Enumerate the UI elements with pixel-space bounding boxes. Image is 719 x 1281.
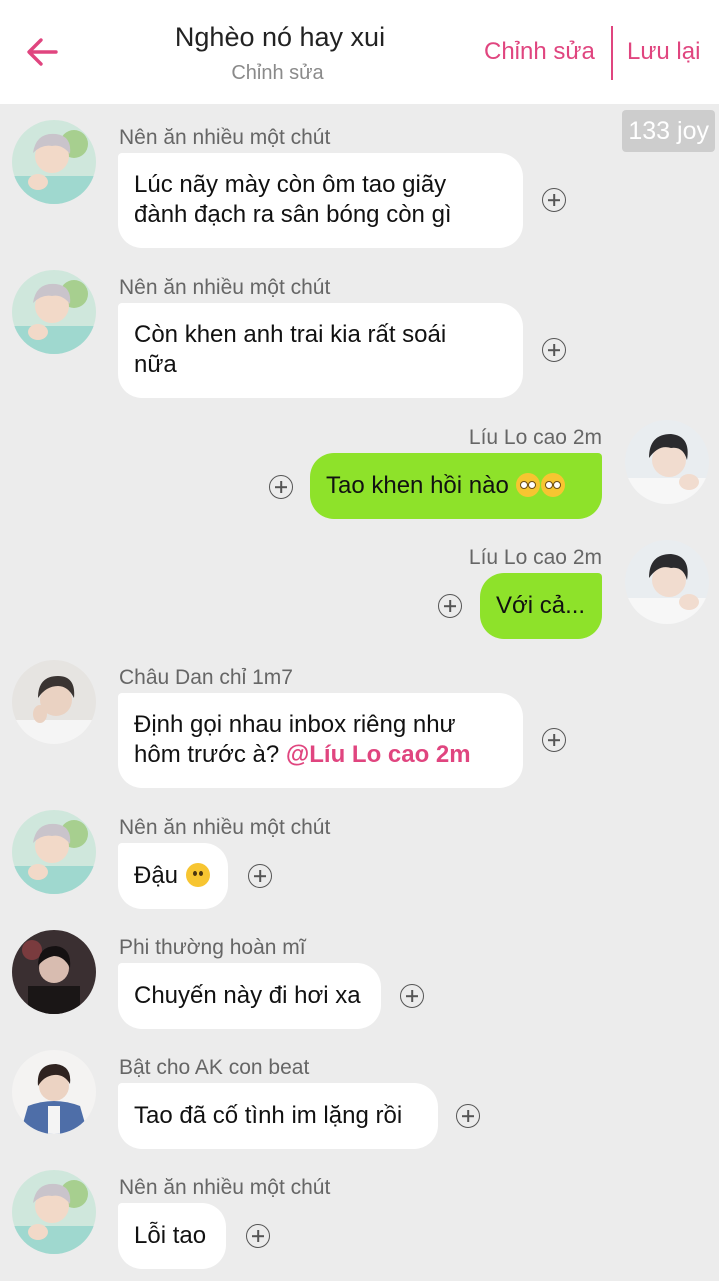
sender-name: Châu Dan chỉ 1m7 [119, 666, 293, 689]
avatar[interactable] [12, 1050, 96, 1134]
avatar[interactable] [12, 120, 96, 204]
message-bubble[interactable]: Tao khen hồi nào [310, 453, 602, 519]
message-bubble[interactable]: Lỗi tao [118, 1203, 226, 1269]
message-text: Tao khen hồi nào [326, 472, 509, 499]
sender-name: Nên ăn nhiều một chút [119, 816, 331, 839]
sender-name: Nên ăn nhiều một chút [119, 276, 331, 299]
blank-face-emoji-icon [185, 863, 210, 887]
message-text: Đậu [134, 862, 179, 889]
message-text-line: Lúc nãy mày còn ôm tao giãy [134, 171, 447, 198]
message-text: Lỗi tao [134, 1222, 207, 1249]
message-text: Với cả... [496, 592, 586, 619]
add-reaction-icon[interactable] [248, 864, 272, 888]
sender-name: Líu Lo cao 2m [468, 546, 602, 569]
avatar[interactable] [12, 930, 96, 1014]
message-item: Líu Lo cao 2m Tao khen hồi nào [0, 420, 719, 530]
chat-subtitle: Chỉnh sửa [231, 62, 324, 84]
sender-name: Líu Lo cao 2m [468, 426, 602, 449]
message-item: Phi thường hoàn mĩ Chuyến này đi hơi xa [0, 930, 719, 1040]
message-bubble[interactable]: Chuyến này đi hơi xa [118, 963, 381, 1029]
chat-header: Nghèo nó hay xui Chỉnh sửa Chỉnh sửa Lưu… [0, 0, 719, 104]
message-text-line: hôm trước à? [134, 741, 280, 768]
sender-name: Nên ăn nhiều một chút [119, 126, 331, 149]
message-bubble[interactable]: Định gọi nhau inbox riêng như hôm trước … [118, 693, 523, 788]
message-text-line: đành đạch ra sân bóng còn gì [134, 201, 452, 228]
message-text-line: Còn khen anh trai kia rất soái [134, 321, 447, 348]
add-reaction-icon[interactable] [269, 475, 293, 499]
message-text: Tao đã cố tình im lặng rồi [134, 1102, 403, 1129]
message-item: Nên ăn nhiều một chút Lỗi tao [0, 1170, 719, 1280]
message-item: Líu Lo cao 2m Với cả... [0, 540, 719, 650]
save-button[interactable]: Lưu lại [627, 38, 700, 66]
eye-roll-emoji-icon [541, 473, 566, 497]
sender-name: Nên ăn nhiều một chút [119, 1176, 331, 1199]
sender-name: Phi thường hoàn mĩ [119, 936, 306, 959]
message-bubble[interactable]: Với cả... [480, 573, 602, 639]
avatar[interactable] [625, 540, 709, 624]
sender-name: Bật cho AK con beat [119, 1056, 310, 1079]
header-divider [611, 26, 613, 80]
message-text: Chuyến này đi hơi xa [134, 982, 361, 1009]
avatar[interactable] [12, 660, 96, 744]
mention-link[interactable]: @Líu Lo cao 2m [286, 741, 471, 768]
add-reaction-icon[interactable] [400, 984, 424, 1008]
message-text-line: nữa [134, 351, 177, 378]
message-item: Nên ăn nhiều một chút Lúc nãy mày còn ôm… [0, 120, 719, 250]
message-bubble[interactable]: Đậu [118, 843, 228, 909]
message-item: Nên ăn nhiều một chút Đậu [0, 810, 719, 920]
avatar[interactable] [12, 810, 96, 894]
avatar[interactable] [12, 1170, 96, 1254]
message-item: Châu Dan chỉ 1m7 Định gọi nhau inbox riê… [0, 660, 719, 790]
add-reaction-icon[interactable] [246, 1224, 270, 1248]
avatar[interactable] [12, 270, 96, 354]
add-reaction-icon[interactable] [542, 338, 566, 362]
eye-roll-emoji-icon [516, 473, 541, 497]
message-bubble[interactable]: Lúc nãy mày còn ôm tao giãy đành đạch ra… [118, 153, 523, 248]
message-item: Nên ăn nhiều một chút Còn khen anh trai … [0, 270, 719, 400]
message-bubble[interactable]: Còn khen anh trai kia rất soái nữa [118, 303, 523, 398]
avatar[interactable] [625, 420, 709, 504]
add-reaction-icon[interactable] [438, 594, 462, 618]
message-text-line: Định gọi nhau inbox riêng như [134, 711, 456, 738]
message-item: Bật cho AK con beat Tao đã cố tình im lặ… [0, 1050, 719, 1160]
chat-title: Nghèo nó hay xui [174, 22, 386, 52]
message-bubble[interactable]: Tao đã cố tình im lặng rồi [118, 1083, 438, 1149]
edit-button[interactable]: Chỉnh sửa [484, 38, 595, 66]
add-reaction-icon[interactable] [542, 728, 566, 752]
add-reaction-icon[interactable] [456, 1104, 480, 1128]
add-reaction-icon[interactable] [542, 188, 566, 212]
